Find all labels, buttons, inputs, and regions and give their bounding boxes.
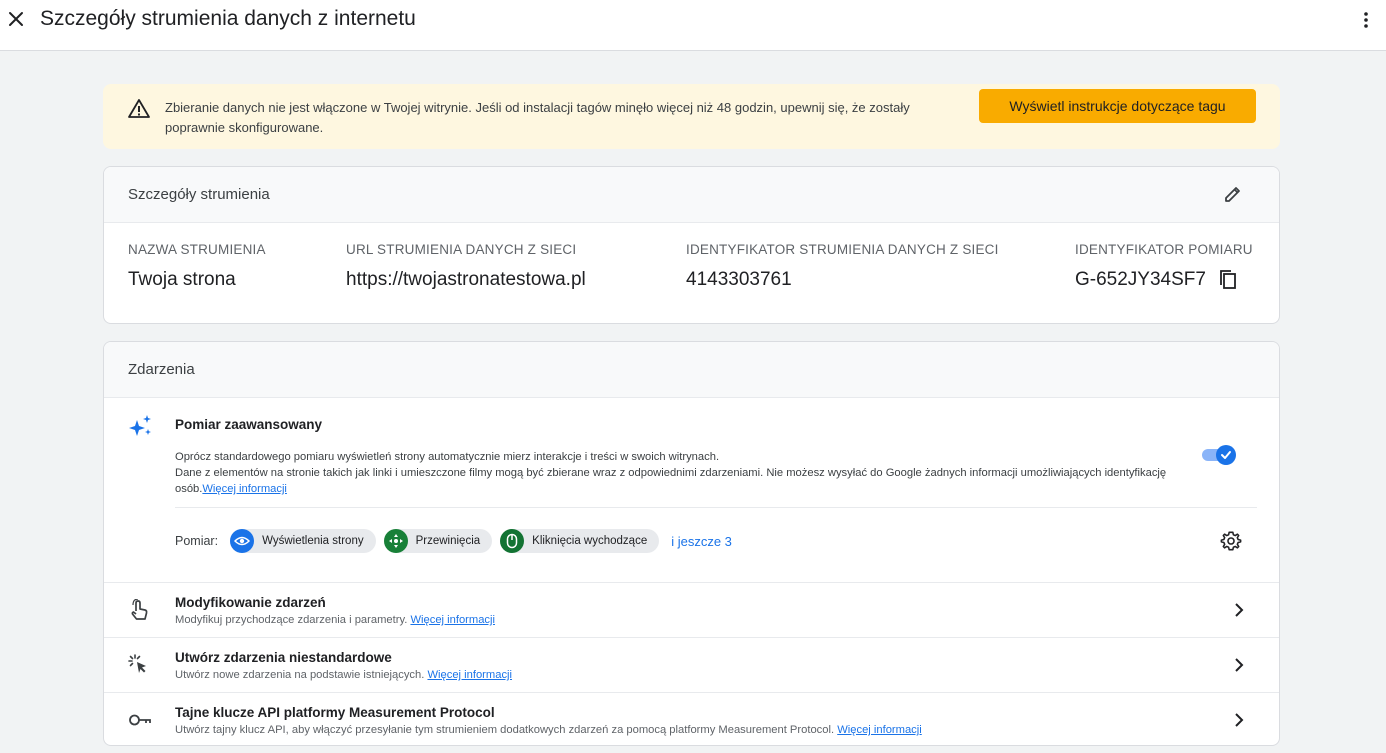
- copy-icon[interactable]: [1218, 269, 1238, 291]
- measurement-protocol-secrets-row[interactable]: Tajne klucze API platformy Measurement P…: [104, 692, 1279, 745]
- chip-scrolls-label: Przewinięcia: [415, 535, 481, 547]
- events-card: Zdarzenia Pomiar zaawansowany Oprócz sta…: [103, 341, 1280, 746]
- events-title: Zdarzenia: [128, 361, 195, 378]
- measurement-chips-row: Pomiar: Wyświetlenia strony Przewinięcia…: [175, 529, 732, 553]
- stream-url-label: URL STRUMIENIA DANYCH Z SIECI: [346, 242, 577, 257]
- measurement-id-field: IDENTYFIKATOR POMIARU G-652JY34SF7: [1075, 242, 1253, 291]
- touch-icon: [131, 599, 148, 620]
- enhanced-measurement-toggle[interactable]: [1202, 445, 1238, 465]
- measurement-id-label: IDENTYFIKATOR POMIARU: [1075, 242, 1253, 257]
- modify-events-description: Modyfikuj przychodzące zdarzenia i param…: [175, 614, 495, 626]
- enhanced-measurement-description: Oprócz standardowego pomiaru wyświetleń …: [175, 449, 1215, 497]
- chip-outbound-clicks-label: Kliknięcia wychodzące: [532, 535, 648, 547]
- stream-name-label: NAZWA STRUMIENIA: [128, 242, 266, 257]
- close-icon: [9, 12, 23, 26]
- divider: [175, 507, 1257, 508]
- create-custom-events-title: Utwórz zdarzenia niestandardowe: [175, 650, 392, 665]
- stream-id-value-row: 4143303761: [686, 269, 999, 291]
- measurement-protocol-learn-more-link[interactable]: Więcej informacji: [837, 724, 922, 736]
- more-vert-icon: [1364, 12, 1368, 28]
- stream-details-header: Szczegóły strumienia: [104, 167, 1279, 223]
- enhanced-measurement-section: Pomiar zaawansowany Oprócz standardowego…: [104, 398, 1279, 583]
- warning-icon: [128, 99, 150, 118]
- cursor-click-icon: [128, 654, 146, 673]
- show-tag-instructions-button[interactable]: Wyświetl instrukcje dotyczące tagu: [979, 89, 1256, 123]
- create-custom-events-learn-more-link[interactable]: Więcej informacji: [427, 669, 512, 681]
- measurement-id-value: G-652JY34SF7: [1075, 269, 1206, 290]
- enhanced-measurement-title: Pomiar zaawansowany: [175, 417, 323, 432]
- close-button[interactable]: [6, 8, 26, 30]
- more-measurements-link[interactable]: i jeszcze 3: [671, 534, 732, 549]
- learn-more-link[interactable]: Więcej informacji: [202, 483, 287, 495]
- chevron-right-icon: [1235, 603, 1244, 617]
- key-icon: [129, 714, 151, 726]
- chip-page-views-label: Wyświetlenia strony: [262, 535, 364, 547]
- stream-url-value-row: https://twojastronatestowa.pl: [346, 269, 586, 291]
- toggle-knob: [1216, 445, 1236, 465]
- create-custom-events-desc-text: Utwórz nowe zdarzenia na podstawie istni…: [175, 669, 425, 681]
- edit-icon[interactable]: [1223, 184, 1243, 204]
- stream-url-value: https://twojastronatestowa.pl: [346, 269, 586, 290]
- stream-details-title: Szczegóły strumienia: [128, 186, 270, 203]
- chevron-right-icon: [1235, 658, 1244, 672]
- modify-events-desc-text: Modyfikuj przychodzące zdarzenia i param…: [175, 614, 408, 626]
- chevron-right-icon: [1235, 713, 1244, 727]
- scroll-crosshair-icon: [383, 529, 408, 553]
- events-header: Zdarzenia: [104, 342, 1279, 398]
- more-options-button[interactable]: [1358, 8, 1374, 30]
- measurement-protocol-desc-text: Utwórz tajny klucz API, aby włączyć prze…: [175, 724, 835, 736]
- measurement-label: Pomiar:: [175, 534, 219, 548]
- mouse-icon: [500, 529, 525, 553]
- check-icon: [1221, 451, 1231, 459]
- stream-details-card: Szczegóły strumienia NAZWA STRUMIENIA Tw…: [103, 166, 1280, 324]
- chip-page-views[interactable]: Wyświetlenia strony: [230, 529, 376, 553]
- modify-events-row[interactable]: Modyfikowanie zdarzeń Modyfikuj przychod…: [104, 582, 1279, 637]
- modify-events-title: Modyfikowanie zdarzeń: [175, 595, 326, 610]
- measurement-protocol-description: Utwórz tajny klucz API, aby włączyć prze…: [175, 724, 922, 736]
- modify-events-learn-more-link[interactable]: Więcej informacji: [410, 614, 495, 626]
- stream-name-value: Twoja strona: [128, 269, 236, 290]
- measurement-id-value-row: G-652JY34SF7: [1075, 269, 1253, 291]
- page-title: Szczegóły strumienia danych z internetu: [40, 7, 416, 30]
- stream-id-field: IDENTYFIKATOR STRUMIENIA DANYCH Z SIECI …: [686, 242, 999, 291]
- eye-icon: [230, 529, 255, 553]
- stream-id-value: 4143303761: [686, 269, 792, 290]
- chip-outbound-clicks[interactable]: Kliknięcia wychodzące: [500, 529, 660, 553]
- enhanced-desc-line2: Dane z elementów na stronie takich jak l…: [175, 467, 1167, 495]
- stream-url-field: URL STRUMIENIA DANYCH Z SIECI https://tw…: [346, 242, 586, 291]
- stream-name-value-row: Twoja strona: [128, 269, 266, 291]
- create-custom-events-description: Utwórz nowe zdarzenia na podstawie istni…: [175, 669, 512, 681]
- stream-name-field: NAZWA STRUMIENIA Twoja strona: [128, 242, 266, 291]
- top-bar: Szczegóły strumienia danych z internetu: [0, 0, 1386, 51]
- sparkle-icon: [129, 415, 151, 436]
- measurement-protocol-title: Tajne klucze API platformy Measurement P…: [175, 705, 495, 720]
- enhanced-desc-line1: Oprócz standardowego pomiaru wyświetleń …: [175, 451, 720, 463]
- data-collection-alert: Zbieranie danych nie jest włączone w Two…: [103, 84, 1280, 149]
- create-custom-events-row[interactable]: Utwórz zdarzenia niestandardowe Utwórz n…: [104, 637, 1279, 692]
- chip-scrolls[interactable]: Przewinięcia: [383, 529, 493, 553]
- alert-message: Zbieranie danych nie jest włączone w Two…: [165, 100, 910, 135]
- stream-id-label: IDENTYFIKATOR STRUMIENIA DANYCH Z SIECI: [686, 242, 999, 257]
- gear-icon[interactable]: [1220, 530, 1242, 552]
